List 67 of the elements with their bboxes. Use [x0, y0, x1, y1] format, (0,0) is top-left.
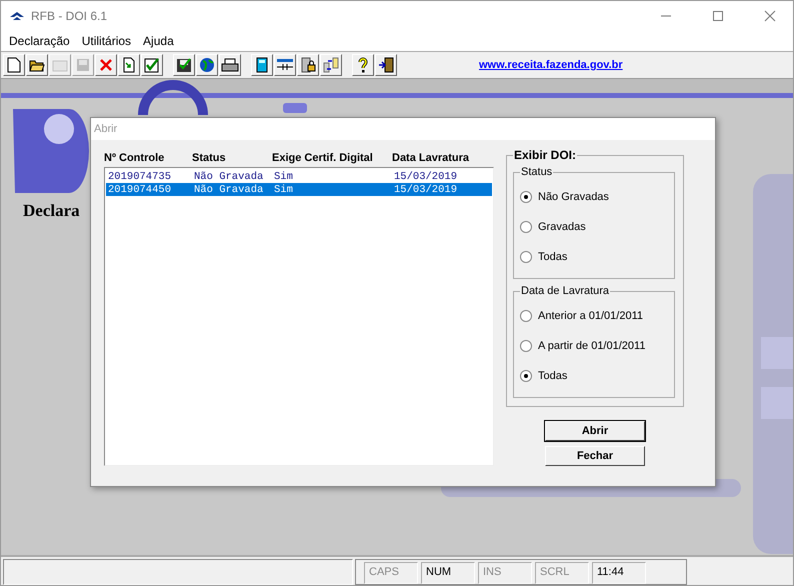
status-indicator: 11:44	[592, 562, 646, 584]
tab-shape	[283, 103, 307, 113]
arc-shape	[138, 80, 208, 116]
toolbar-button[interactable]	[297, 54, 319, 76]
radio-label: Todas	[538, 370, 568, 382]
folder-icon	[52, 58, 68, 72]
column-header: Nº Controle	[104, 152, 166, 164]
list-row[interactable]: 2019074450 Não Gravada Sim 15/03/2019	[106, 183, 492, 196]
toolbar-button[interactable]	[251, 54, 273, 76]
toolbar-button[interactable]	[26, 54, 48, 76]
ruler-icon	[276, 58, 294, 72]
floppy-check-icon	[176, 57, 192, 73]
dialog-button[interactable]: Fechar	[545, 446, 645, 466]
document-arrow-icon	[122, 57, 136, 73]
dialog-button[interactable]: Abrir	[545, 421, 645, 441]
transfer-arrows-icon	[323, 57, 339, 73]
list-row[interactable]: 2019074735 Não Gravada Sim 15/03/2019	[106, 170, 492, 183]
open-folder-icon	[29, 58, 45, 72]
close-icon	[764, 10, 776, 22]
maximize-icon	[712, 10, 724, 22]
question-mark-icon	[357, 57, 369, 73]
radio-button[interactable]	[520, 340, 532, 352]
globe-icon	[199, 57, 215, 73]
radio-label: A partir de 01/01/2011	[538, 340, 646, 352]
radio-button[interactable]	[520, 370, 532, 382]
toolbar-button[interactable]	[118, 54, 140, 76]
calculator-icon	[256, 57, 268, 73]
background-heading: Declara	[23, 201, 80, 221]
radio-label: Gravadas	[538, 221, 586, 233]
window-title: RFB - DOI 6.1	[31, 9, 108, 23]
toolbar-button[interactable]	[141, 54, 163, 76]
radio-label: Não Gravadas	[538, 191, 609, 203]
menu-item[interactable]: Declaração	[3, 31, 76, 51]
group-title: Data de Lavratura	[520, 285, 610, 297]
column-header: Exige Certif. Digital	[272, 152, 374, 164]
app-logo-icon	[9, 11, 25, 21]
toolbar-button[interactable]	[352, 54, 374, 76]
exit-door-icon	[378, 57, 394, 73]
dialog-title: Abrir	[94, 123, 118, 135]
toolbar-button[interactable]	[375, 54, 397, 76]
radio-button[interactable]	[520, 221, 532, 233]
server-lock-icon	[300, 57, 316, 73]
check-icon	[144, 57, 160, 73]
website-link[interactable]: www.receita.fazenda.gov.br	[479, 59, 623, 71]
radio-button[interactable]	[520, 310, 532, 322]
printer-icon	[221, 58, 239, 72]
toolbar-button[interactable]	[3, 54, 25, 76]
delete-icon	[99, 58, 113, 72]
group-title: Exibir DOI:	[513, 148, 578, 162]
status-indicator: CAPS	[364, 562, 418, 584]
column-header: Data Lavratura	[392, 152, 470, 164]
toolbar-button[interactable]	[219, 54, 241, 76]
radio-label: Todas	[538, 251, 568, 263]
group-title: Status	[520, 166, 554, 178]
status-indicator: INS	[478, 562, 532, 584]
menu-item[interactable]: Utilitários	[76, 31, 138, 51]
column-header: Status	[192, 152, 227, 164]
status-indicator: NUM	[421, 562, 475, 584]
menu-item[interactable]: Ajuda	[137, 31, 180, 51]
toolbar-button[interactable]	[274, 54, 296, 76]
toolbar-button[interactable]	[196, 54, 218, 76]
radio-button[interactable]	[520, 251, 532, 263]
radio-label: Anterior a 01/01/2011	[538, 310, 643, 322]
toolbar-button[interactable]	[173, 54, 195, 76]
radio-button[interactable]	[520, 191, 532, 203]
status-indicator: SCRL	[535, 562, 589, 584]
new-document-icon	[7, 57, 21, 73]
